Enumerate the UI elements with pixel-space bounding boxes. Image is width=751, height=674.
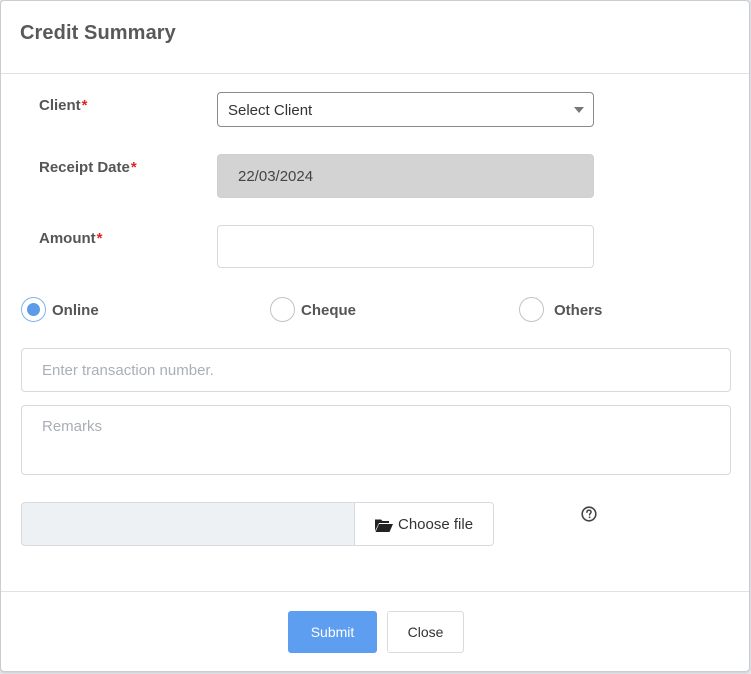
- radio-others-label[interactable]: Others: [554, 302, 602, 319]
- radio-online[interactable]: [21, 297, 46, 322]
- amount-label-text: Amount: [39, 230, 96, 247]
- radio-cheque[interactable]: [270, 297, 295, 322]
- folder-open-icon: [375, 519, 393, 532]
- question-circle-icon[interactable]: [581, 506, 597, 522]
- required-mark: *: [130, 159, 137, 176]
- modal-title: Credit Summary: [20, 22, 176, 44]
- client-select-value: Select Client: [228, 102, 313, 119]
- file-name-display[interactable]: [22, 503, 354, 545]
- receipt-date-label: Receipt Date*: [39, 159, 137, 176]
- choose-file-button[interactable]: Choose file: [354, 503, 493, 545]
- receipt-date-value: 22/03/2024: [238, 168, 314, 185]
- remarks-placeholder: Remarks: [42, 418, 103, 435]
- radio-cheque-label[interactable]: Cheque: [301, 302, 356, 319]
- modal-footer: Submit Close: [1, 591, 749, 673]
- required-mark: *: [81, 97, 88, 114]
- modal-header: Credit Summary: [1, 1, 749, 74]
- caret-down-icon: [574, 107, 584, 113]
- transaction-number-placeholder: Enter transaction number.: [42, 362, 214, 379]
- client-select[interactable]: Select Client: [217, 92, 594, 127]
- amount-field[interactable]: [217, 225, 594, 268]
- required-mark: *: [96, 230, 103, 247]
- receipt-date-field[interactable]: 22/03/2024: [217, 154, 594, 198]
- remarks-textarea[interactable]: Remarks: [21, 405, 731, 475]
- file-input[interactable]: Choose file: [21, 502, 494, 546]
- receipt-date-label-text: Receipt Date: [39, 159, 130, 176]
- radio-online-label[interactable]: Online: [52, 302, 99, 319]
- close-button[interactable]: Close: [387, 611, 464, 653]
- amount-label: Amount*: [39, 230, 103, 247]
- submit-button[interactable]: Submit: [288, 611, 377, 653]
- radio-others[interactable]: [519, 297, 544, 322]
- credit-summary-modal: Credit Summary Client* Select Client Rec…: [0, 0, 750, 672]
- client-label: Client*: [39, 97, 88, 114]
- choose-file-label: Choose file: [398, 516, 474, 533]
- client-label-text: Client: [39, 97, 81, 114]
- transaction-number-input[interactable]: Enter transaction number.: [21, 348, 731, 392]
